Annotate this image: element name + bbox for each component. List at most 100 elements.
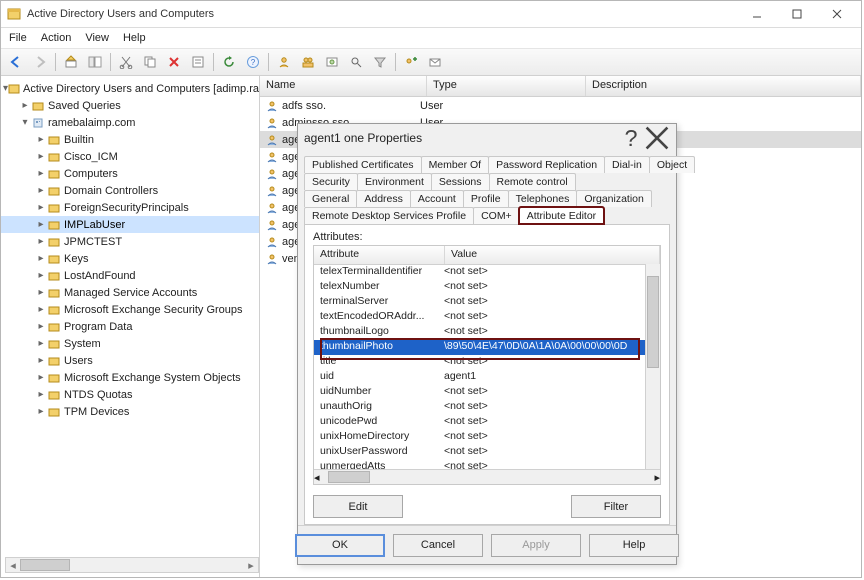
expand-icon[interactable]: ▸ [35,389,47,400]
tab[interactable]: Published Certificates [304,156,422,173]
filter-icon[interactable] [369,51,391,73]
tab[interactable]: Address [356,190,411,207]
tab[interactable]: Remote Desktop Services Profile [304,207,474,224]
tree-node[interactable]: ▸ Cisco_ICM [1,148,259,165]
new-ou-icon[interactable] [321,51,343,73]
tree-node[interactable]: ▸ Computers [1,165,259,182]
attribute-row[interactable]: telexTerminalIdentifier<not set> [314,265,660,280]
tab[interactable]: Object [649,156,695,173]
new-group-icon[interactable] [297,51,319,73]
tab[interactable]: General [304,190,357,207]
tab[interactable]: Remote control [489,173,576,190]
tree-node[interactable]: ▸ ForeignSecurityPrincipals [1,199,259,216]
attr-hscroll[interactable]: ◂ ▸ [314,469,660,484]
tree-node[interactable]: ▸ System [1,335,259,352]
tree-node[interactable]: ▸ Users [1,352,259,369]
add-to-group-icon[interactable] [400,51,422,73]
column-headers[interactable]: Name Type Description [260,76,861,97]
tree-node[interactable]: ▸ IMPLabUser [1,216,259,233]
attribute-row[interactable]: unicodePwd<not set> [314,415,660,430]
expand-icon[interactable]: ▸ [35,338,47,349]
titlebar[interactable]: Active Directory Users and Computers [1,1,861,28]
delete-icon[interactable] [163,51,185,73]
attributes-headers[interactable]: Attribute Value [314,246,660,265]
attr-col-name[interactable]: Attribute [314,246,445,264]
menu-help[interactable]: Help [123,32,146,44]
tree-saved-queries[interactable]: ▸ Saved Queries [1,97,259,114]
tab[interactable]: Environment [357,173,432,190]
menu-action[interactable]: Action [41,32,72,44]
tab[interactable]: Sessions [431,173,490,190]
tree-node[interactable]: ▸ Microsoft Exchange Security Groups [1,301,259,318]
expand-icon[interactable]: ▸ [35,253,47,264]
help-button[interactable]: Help [589,534,679,557]
tree-node[interactable]: ▸ Program Data [1,318,259,335]
tree-node[interactable]: ▸ NTDS Quotas [1,386,259,403]
list-item[interactable]: adfs sso. User [260,97,861,114]
tab[interactable]: Security [304,173,358,190]
col-type[interactable]: Type [427,76,586,96]
col-description[interactable]: Description [586,76,861,96]
attribute-row[interactable]: thumbnailPhoto\89\50\4E\47\0D\0A\1A\0A\0… [314,340,660,355]
attribute-row[interactable]: unixUserPassword<not set> [314,445,660,460]
tab[interactable]: Organization [576,190,652,207]
dialog-titlebar[interactable]: agent1 one Properties ? [298,124,676,152]
properties-icon[interactable] [187,51,209,73]
refresh-icon[interactable] [218,51,240,73]
expand-icon[interactable]: ▸ [35,168,47,179]
edit-button[interactable]: Edit [313,495,403,518]
tree-node[interactable]: ▸ JPMCTEST [1,233,259,250]
show-hide-tree-icon[interactable] [84,51,106,73]
tree-node[interactable]: ▸ Keys [1,250,259,267]
attribute-row[interactable]: uidNumber<not set> [314,385,660,400]
expand-icon[interactable]: ▸ [35,219,47,230]
attribute-row[interactable]: title<not set> [314,355,660,370]
attribute-row[interactable]: unauthOrig<not set> [314,400,660,415]
tab[interactable]: Dial-in [604,156,650,173]
nav-tree[interactable]: ▾ Active Directory Users and Computers [… [1,76,260,577]
close-button[interactable] [817,2,857,26]
scroll-thumb[interactable] [20,559,70,571]
expand-icon[interactable]: ▸ [35,134,47,145]
scroll-right-icon[interactable]: ▸ [244,559,258,571]
attribute-row[interactable]: telexNumber<not set> [314,280,660,295]
cancel-button[interactable]: Cancel [393,534,483,557]
tab[interactable]: Profile [463,190,509,207]
tab[interactable]: Account [410,190,464,207]
scroll-right-icon[interactable]: ▸ [654,471,660,484]
col-name[interactable]: Name [260,76,427,96]
filter-button[interactable]: Filter [571,495,661,518]
expand-icon[interactable]: ▸ [35,270,47,281]
help-icon[interactable]: ? [242,51,264,73]
ok-button[interactable]: OK [295,534,385,557]
expand-icon[interactable]: ▸ [35,304,47,315]
attribute-row[interactable]: terminalServer<not set> [314,295,660,310]
tree-node[interactable]: ▸ TPM Devices [1,403,259,420]
up-icon[interactable] [60,51,82,73]
collapse-icon[interactable]: ▾ [19,117,31,128]
back-icon[interactable] [5,51,27,73]
expand-icon[interactable]: ▸ [35,406,47,417]
tree-node[interactable]: ▸ LostAndFound [1,267,259,284]
scroll-thumb[interactable] [328,471,370,483]
new-user-icon[interactable] [273,51,295,73]
tab[interactable]: Password Replication [488,156,605,173]
menu-view[interactable]: View [85,32,109,44]
tree-node[interactable]: ▸ Microsoft Exchange System Objects [1,369,259,386]
tab[interactable]: Attribute Editor [519,207,604,224]
dialog-close-icon[interactable] [644,127,670,149]
minimize-button[interactable] [737,2,777,26]
tree-root[interactable]: ▾ Active Directory Users and Computers [… [1,80,259,97]
scroll-left-icon[interactable]: ◂ [6,559,20,571]
tree-hscroll[interactable]: ◂ ▸ [5,557,259,573]
cut-icon[interactable] [115,51,137,73]
tab[interactable]: COM+ [473,207,520,224]
attribute-row[interactable]: unmergedAtts<not set> [314,460,660,469]
expand-icon[interactable]: ▸ [35,287,47,298]
attr-vscroll[interactable] [645,264,660,470]
menu-file[interactable]: File [9,32,27,44]
forward-icon[interactable] [29,51,51,73]
tree-node[interactable]: ▸ Managed Service Accounts [1,284,259,301]
attribute-row[interactable]: uidagent1 [314,370,660,385]
scroll-thumb[interactable] [647,276,659,368]
